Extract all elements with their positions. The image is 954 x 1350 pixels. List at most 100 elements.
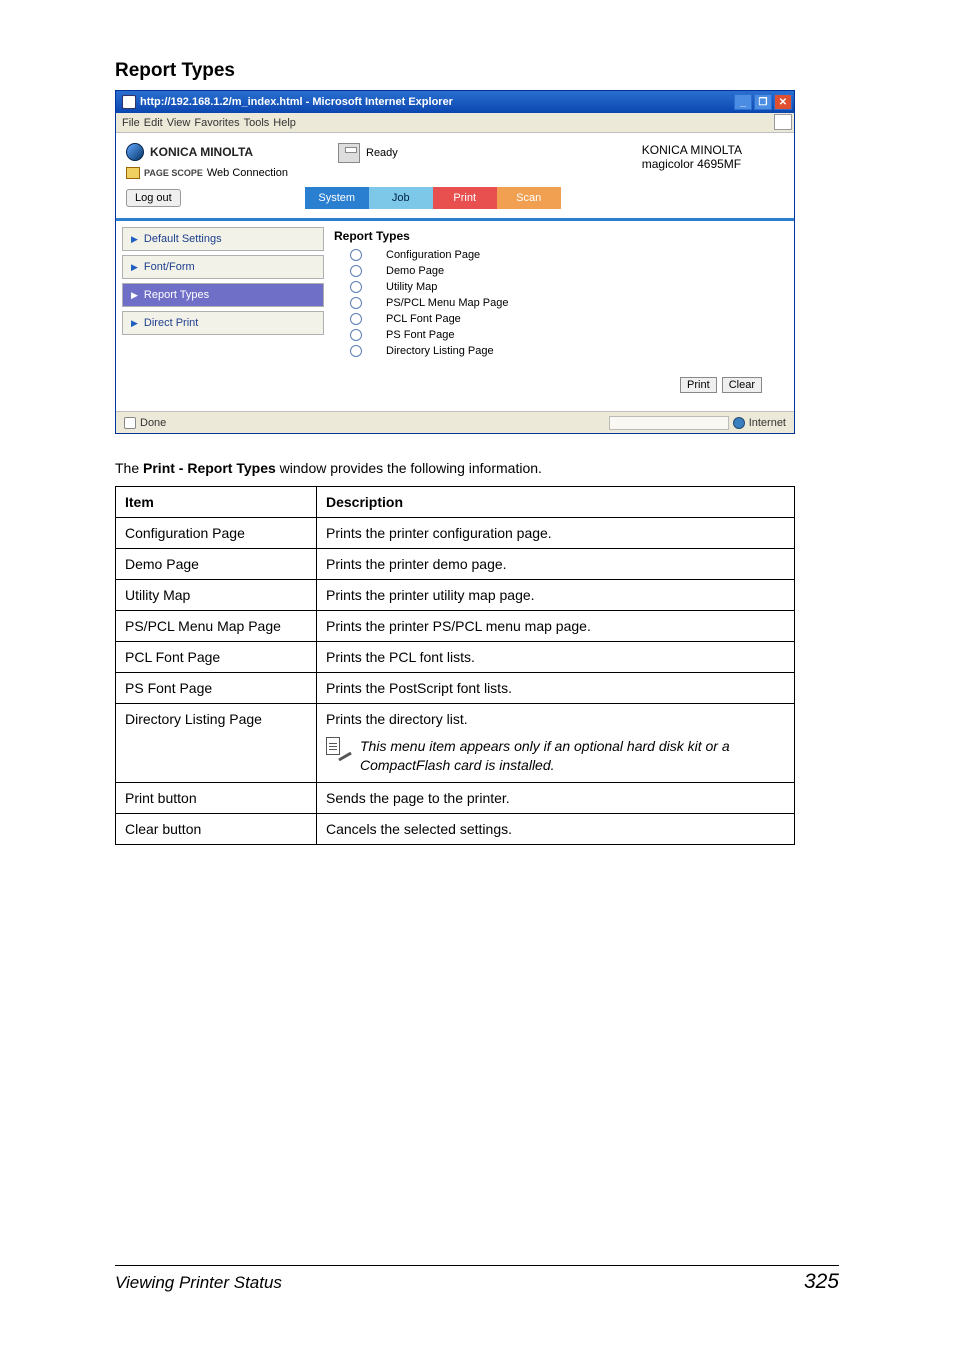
progress-placeholder [609,416,729,430]
option-directory-listing[interactable]: Directory Listing Page [350,345,784,357]
header-item: Item [116,487,317,518]
table-row: Demo Page Prints the printer demo page. [116,549,795,580]
window-close-button[interactable]: ✕ [774,94,792,110]
triangle-icon: ▶ [131,262,138,273]
option-ps-font-page[interactable]: PS Font Page [350,329,784,341]
menu-edit[interactable]: Edit [144,117,163,129]
option-label: PCL Font Page [386,313,461,325]
sidebar-item-label: Font/Form [144,261,195,273]
sidebar-item-report-types[interactable]: ▶ Report Types [122,283,324,307]
cell-desc: Prints the directory list. This menu ite… [317,704,795,783]
option-configuration-page[interactable]: Configuration Page [350,249,784,261]
radio-icon[interactable] [350,313,362,325]
tab-scan[interactable]: Scan [497,187,561,209]
sidebar-item-label: Direct Print [144,317,198,329]
option-demo-page[interactable]: Demo Page [350,265,784,277]
radio-icon[interactable] [350,329,362,341]
cell-item: Directory Listing Page [116,704,317,783]
panel-title: Report Types [334,229,784,243]
window-titlebar: http://192.168.1.2/m_index.html - Micros… [116,91,794,113]
sidebar-item-direct-print[interactable]: ▶ Direct Print [122,311,324,335]
window-title: http://192.168.1.2/m_index.html - Micros… [140,96,453,108]
table-row: Utility Map Prints the printer utility m… [116,580,795,611]
option-label: Configuration Page [386,249,480,261]
table-row: Print button Sends the page to the print… [116,782,795,813]
radio-icon[interactable] [350,281,362,293]
radio-icon[interactable] [350,265,362,277]
triangle-icon: ▶ [131,234,138,245]
table-row: PS/PCL Menu Map Page Prints the printer … [116,611,795,642]
table-row: PCL Font Page Prints the PCL font lists. [116,642,795,673]
cell-desc: Cancels the selected settings. [317,813,795,844]
table-row: Configuration Page Prints the printer co… [116,518,795,549]
printer-status: Ready [366,147,398,159]
km-globe-icon [126,143,144,161]
option-label: PS Font Page [386,329,455,341]
windows-flag-icon [774,114,792,130]
sidebar-item-default-settings[interactable]: ▶ Default Settings [122,227,324,251]
page-footer: Viewing Printer Status 325 [115,1265,839,1294]
pagescope-prefix: PAGE SCOPE [144,168,203,178]
status-zone-label: Internet [749,417,786,429]
logout-button[interactable]: Log out [126,189,181,207]
model-name: magicolor 4695MF [642,157,742,171]
printer-icon [338,143,360,163]
description-table: Item Description Configuration Page Prin… [115,486,795,845]
menu-view[interactable]: View [167,117,191,129]
cell-desc: Prints the printer demo page. [317,549,795,580]
note-icon [326,737,350,757]
note-text: This menu item appears only if an option… [360,737,785,775]
cell-item: PS/PCL Menu Map Page [116,611,317,642]
table-row: PS Font Page Prints the PostScript font … [116,673,795,704]
cell-item: Print button [116,782,317,813]
triangle-icon: ▶ [131,290,138,301]
cell-item: Configuration Page [116,518,317,549]
option-label: Directory Listing Page [386,345,494,357]
clear-button[interactable]: Clear [722,377,762,393]
sidebar: ▶ Default Settings ▶ Font/Form ▶ Report … [116,221,330,411]
sidebar-item-label: Default Settings [144,233,222,245]
option-label: Utility Map [386,281,437,293]
sidebar-item-font-form[interactable]: ▶ Font/Form [122,255,324,279]
browser-menubar: File Edit View Favorites Tools Help [116,113,794,133]
done-icon [124,417,136,429]
ie-icon [122,95,136,109]
radio-icon[interactable] [350,249,362,261]
tab-system[interactable]: System [305,187,369,209]
browser-statusbar: Done Internet [116,411,794,433]
sidebar-item-label: Report Types [144,289,209,301]
table-row: Directory Listing Page Prints the direct… [116,704,795,783]
cell-item: PCL Font Page [116,642,317,673]
menu-favorites[interactable]: Favorites [194,117,239,129]
cell-desc: Prints the printer configuration page. [317,518,795,549]
option-pspcl-menu-map[interactable]: PS/PCL Menu Map Page [350,297,784,309]
option-label: Demo Page [386,265,444,277]
option-pcl-font-page[interactable]: PCL Font Page [350,313,784,325]
cell-item: PS Font Page [116,673,317,704]
cell-desc: Prints the printer utility map page. [317,580,795,611]
menu-tools[interactable]: Tools [244,117,270,129]
window-minimize-button[interactable]: _ [734,94,752,110]
option-utility-map[interactable]: Utility Map [350,281,784,293]
model-brand: KONICA MINOLTA [642,143,742,157]
tab-job[interactable]: Job [369,187,433,209]
cell-desc: Prints the PCL font lists. [317,642,795,673]
window-restore-button[interactable]: ❐ [754,94,772,110]
print-button[interactable]: Print [680,377,717,393]
cell-item: Utility Map [116,580,317,611]
footer-section-title: Viewing Printer Status [115,1273,282,1293]
menu-help[interactable]: Help [273,117,296,129]
tab-print[interactable]: Print [433,187,497,209]
footer-page-number: 325 [804,1270,839,1294]
option-label: PS/PCL Menu Map Page [386,297,509,309]
status-done-label: Done [140,417,166,429]
cell-item: Demo Page [116,549,317,580]
browser-window: http://192.168.1.2/m_index.html - Micros… [115,90,795,434]
radio-icon[interactable] [350,297,362,309]
pagescope-icon [126,167,140,179]
table-header-row: Item Description [116,487,795,518]
cell-desc: Prints the printer PS/PCL menu map page. [317,611,795,642]
radio-icon[interactable] [350,345,362,357]
menu-file[interactable]: File [122,117,140,129]
section-heading: Report Types [115,60,839,82]
